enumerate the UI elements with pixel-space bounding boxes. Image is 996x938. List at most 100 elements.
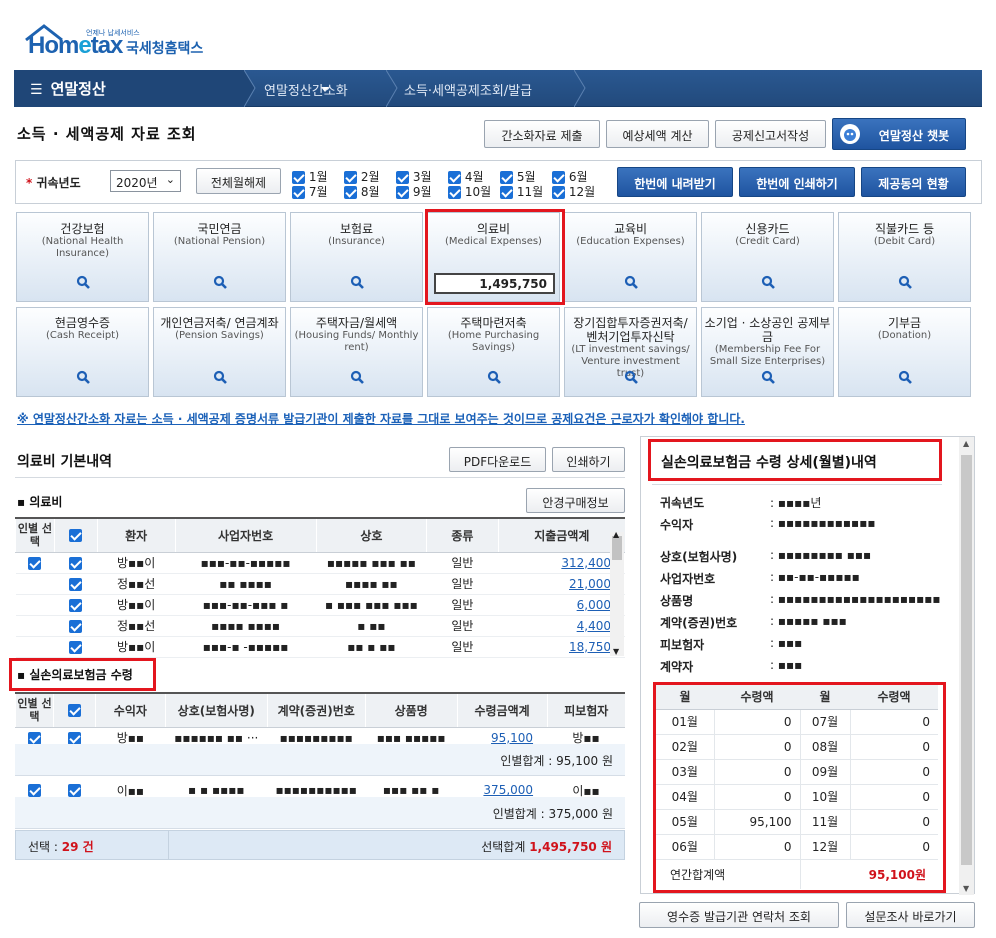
- consent-status-button[interactable]: 제공동의 현황: [861, 167, 966, 197]
- tile-subtitle: (Donation): [877, 330, 932, 341]
- notice-text[interactable]: ※ 연말정산간소화 자료는 소득 · 세액공제 증명서류 발급기관이 제출한 자…: [17, 410, 745, 427]
- table-row[interactable]: 방▪▪이 ▪▪▪-▪▪-▪▪▪▪▪ ▪▪▪▪▪ ▪▪▪ ▪▪ 일반 312,40…: [15, 552, 625, 574]
- tile-11[interactable]: 장기집합투자증권저축/ 벤처기업투자신탁 (LT investment savin…: [564, 307, 697, 397]
- tile-5[interactable]: 신용카드 (Credit Card): [701, 212, 834, 302]
- selection-summary: 선택 : 29 건 선택합계 1,495,750 원: [15, 830, 625, 860]
- month-checkbox-8[interactable]: 8월: [344, 183, 380, 200]
- month-checkbox-9[interactable]: 9월: [396, 183, 432, 200]
- received-amount-link[interactable]: 95,100: [491, 731, 533, 745]
- submit-simplified-button[interactable]: 간소화자료 제출: [484, 120, 600, 148]
- tile-4[interactable]: 교육비 (Education Expenses): [564, 212, 697, 302]
- deduction-form-button[interactable]: 공제신고서작성: [715, 120, 826, 148]
- tile-subtitle: (Home Purchasing Savings): [447, 330, 540, 353]
- table-row[interactable]: 방▪▪이 ▪▪▪-▪ -▪▪▪▪▪ ▪▪ ▪ ▪▪ 일반 18,750: [15, 636, 625, 658]
- checkbox-checked-icon[interactable]: [27, 784, 41, 798]
- nav-menu-button[interactable]: ☰ 연말정산: [14, 70, 329, 107]
- tile-title: 보험료: [339, 222, 374, 236]
- checkbox-checked-icon[interactable]: [69, 577, 83, 591]
- checkbox-checked-icon[interactable]: [67, 784, 81, 798]
- checkbox-checked-icon[interactable]: [396, 186, 409, 199]
- amount-link[interactable]: 6,000: [577, 598, 611, 612]
- col-check-all[interactable]: [52, 693, 96, 728]
- subtotal-row-1: 인별합계 : 95,100 원: [15, 744, 625, 776]
- print-all-button[interactable]: 한번에 인쇄하기: [739, 167, 855, 197]
- tile-6[interactable]: 직불카드 등 (Debit Card): [838, 212, 971, 302]
- glasses-info-button[interactable]: 안경구매정보: [526, 488, 625, 513]
- checkbox-checked-icon[interactable]: [28, 556, 42, 570]
- tile-10[interactable]: 주택마련저축 (Home Purchasing Savings): [427, 307, 560, 397]
- month-checkbox-7[interactable]: 7월: [292, 183, 328, 200]
- tile-0[interactable]: 건강보험 (National Health Insurance): [16, 212, 149, 302]
- col-check-all[interactable]: [53, 518, 98, 553]
- print-button[interactable]: 인쇄하기: [552, 447, 625, 472]
- col-bizno: 사업자번호: [174, 518, 317, 553]
- estimate-tax-button[interactable]: 예상세액 계산: [606, 120, 709, 148]
- table-row[interactable]: 정▪▪선 ▪▪ ▪▪▪▪ ▪▪▪▪ ▪▪ 일반 21,000: [15, 573, 625, 595]
- table-row[interactable]: 방▪▪이 ▪▪▪-▪▪-▪▪▪ ▪ ▪ ▪▪▪ ▪▪▪ ▪▪▪ 일반 6,000: [15, 594, 625, 616]
- tile-13[interactable]: 기부금 (Donation): [838, 307, 971, 397]
- month-checkbox-12[interactable]: 12월: [552, 183, 595, 200]
- tile-subtitle: (Debit Card): [873, 236, 936, 247]
- checkbox-checked-icon[interactable]: [448, 186, 461, 199]
- pdf-download-button[interactable]: PDF다운로드: [449, 447, 546, 472]
- checkbox-checked-icon[interactable]: [552, 186, 565, 199]
- subtotal-row-2: 인별합계 : 375,000 원: [15, 797, 625, 829]
- magnifier-icon: [350, 370, 364, 384]
- tile-title: 직불카드 등: [874, 222, 934, 236]
- breadcrumb-2[interactable]: 소득·세액공제조회/발급: [404, 70, 532, 107]
- checkbox-checked-icon[interactable]: [292, 186, 305, 199]
- checkbox-checked-icon[interactable]: [69, 640, 83, 654]
- breadcrumb-1[interactable]: 연말정산간소화: [264, 70, 348, 107]
- year-select[interactable]: 2020년 ⌄: [110, 170, 181, 192]
- detail-field: 상호(보험사명): ▪▪▪▪▪▪▪▪ ▪▪▪: [660, 548, 872, 564]
- magnifier-icon: [487, 370, 501, 384]
- table-row[interactable]: 정▪▪선 ▪▪▪▪ ▪▪▪▪ ▪ ▪▪ 일반 4,400: [15, 615, 625, 637]
- checkbox-checked-icon[interactable]: [27, 731, 41, 745]
- scroll-up-icon[interactable]: ▲: [613, 530, 619, 539]
- amount-link[interactable]: 18,750: [569, 640, 611, 654]
- amount-link[interactable]: 312,400: [561, 556, 611, 570]
- tile-subtitle: (Insurance): [328, 236, 385, 247]
- checkbox-checked-icon[interactable]: [69, 529, 83, 543]
- issuer-contact-button[interactable]: 영수증 발급기관 연락처 조회: [639, 902, 839, 928]
- tile-1[interactable]: 국민연금 (National Pension): [153, 212, 286, 302]
- chatbot-button[interactable]: 연말정산 챗봇: [832, 118, 966, 150]
- deselect-all-months-button[interactable]: 전체월해제: [196, 168, 281, 194]
- survey-button[interactable]: 설문조사 바로가기: [846, 902, 975, 928]
- tile-2[interactable]: 보험료 (Insurance): [290, 212, 423, 302]
- magnifier-icon: [624, 370, 638, 384]
- scroll-down-icon[interactable]: ▼: [963, 884, 969, 893]
- tile-9[interactable]: 주택자금/월세액 (Housing Funds/ Monthly rent): [290, 307, 423, 397]
- amount-link[interactable]: 21,000: [569, 577, 611, 591]
- detail-field: 계약자: ▪▪▪: [660, 658, 803, 674]
- page-title: 소득 · 세액공제 자료 조회: [17, 125, 197, 143]
- hometax-logo[interactable]: Hometax 언제나 납세서비스 국세청홈택스: [24, 24, 224, 64]
- panel-scrollbar[interactable]: ▲ ▼: [959, 437, 974, 895]
- month-checkbox-11[interactable]: 11월: [500, 183, 543, 200]
- tile-8[interactable]: 개인연금저축/ 연금계좌 (Pension Savings): [153, 307, 286, 397]
- checkbox-checked-icon[interactable]: [67, 704, 81, 718]
- col-kind: 종류: [426, 518, 499, 553]
- checkbox-checked-icon[interactable]: [344, 186, 357, 199]
- checkbox-checked-icon[interactable]: [500, 186, 513, 199]
- received-amount-link[interactable]: 375,000: [483, 783, 533, 797]
- logo-site-name: 국세청홈택스: [126, 41, 204, 57]
- nav-separator-icon: [244, 70, 256, 107]
- chatbot-icon: [840, 124, 860, 144]
- scroll-up-icon[interactable]: ▲: [963, 439, 969, 448]
- medical-table-scrollbar[interactable]: ▲ ▼: [610, 530, 624, 656]
- month-checkbox-10[interactable]: 10월: [448, 183, 491, 200]
- checkbox-checked-icon[interactable]: [69, 619, 83, 633]
- amount-link[interactable]: 4,400: [577, 619, 611, 633]
- scroll-down-icon[interactable]: ▼: [613, 647, 619, 656]
- checkbox-checked-icon[interactable]: [67, 731, 81, 745]
- download-all-button[interactable]: 한번에 내려받기: [617, 167, 733, 197]
- tile-12[interactable]: 소기업 · 소상공인 공제부금 (Membership Fee For Small…: [701, 307, 834, 397]
- nav-separator-icon: [386, 70, 398, 107]
- checkbox-checked-icon[interactable]: [69, 598, 83, 612]
- tile-7[interactable]: 현금영수증 (Cash Receipt): [16, 307, 149, 397]
- checkbox-checked-icon[interactable]: [69, 556, 83, 570]
- top-nav: ☰ 연말정산 연말정산간소화 소득·세액공제조회/발급: [14, 70, 982, 107]
- magnifier-icon: [213, 275, 227, 289]
- detail-field: 귀속년도: ▪▪▪▪년: [660, 496, 822, 510]
